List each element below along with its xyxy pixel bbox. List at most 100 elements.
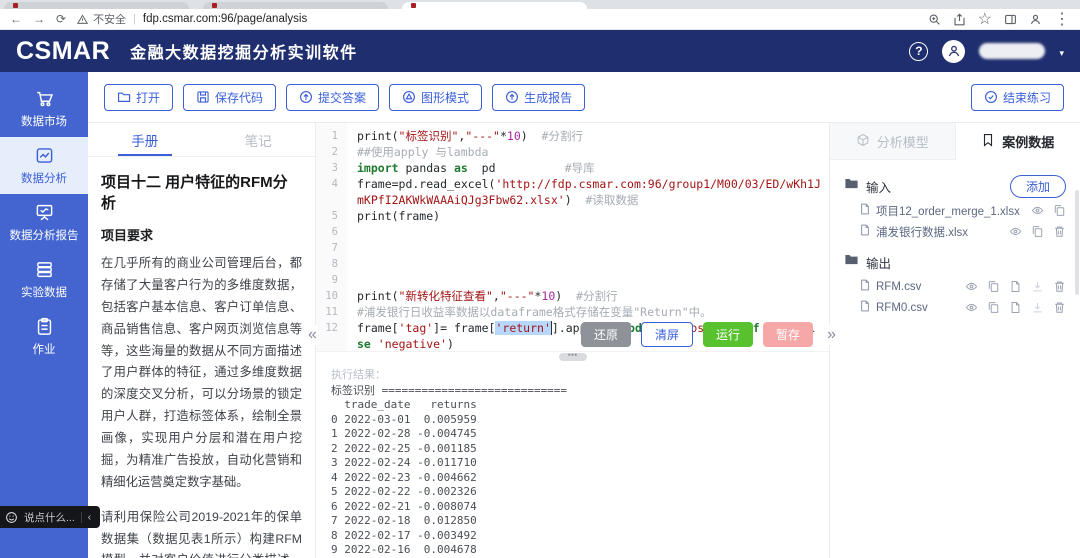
- copy-icon[interactable]: [987, 301, 1000, 314]
- help-icon[interactable]: ?: [909, 42, 928, 61]
- line-number: 4: [316, 176, 347, 208]
- url-bar[interactable]: 不安全 | fdp.csmar.com:96/page/analysis: [77, 11, 917, 27]
- back-icon[interactable]: ←: [10, 13, 22, 25]
- sidebar-item-data-analysis[interactable]: 数据分析: [0, 137, 88, 194]
- copy-icon[interactable]: [1031, 225, 1044, 238]
- line-number: 5: [316, 208, 347, 224]
- download-icon[interactable]: [1031, 280, 1044, 293]
- menu-dots-icon[interactable]: ⋮: [1054, 9, 1070, 29]
- tab-case-data[interactable]: 案例数据: [956, 123, 1080, 160]
- scrollbar-thumb[interactable]: [1075, 190, 1079, 295]
- csmar-logo: CSMAR: [16, 37, 110, 66]
- sidebar-item-label: 数据分析: [21, 170, 67, 186]
- cart-icon: [35, 89, 54, 108]
- graph-mode-button[interactable]: 图形模式: [389, 84, 482, 111]
- results-label: 执行结果：: [331, 368, 814, 383]
- bookmark-star-icon[interactable]: ☆: [978, 9, 992, 29]
- drag-handle[interactable]: •••: [559, 353, 587, 361]
- sidebar-item-experiment-data[interactable]: 实验数据: [0, 251, 88, 308]
- browser-tabstrip: [0, 0, 1080, 9]
- chat-collapse-icon[interactable]: ‹: [88, 512, 91, 523]
- app-header: CSMAR 金融大数据挖掘分析实训软件 ? ▾: [0, 30, 1080, 72]
- finish-practice-label: 结束练习: [1003, 89, 1051, 106]
- sidebar-item-homework[interactable]: 作业: [0, 308, 88, 365]
- file-actions: [965, 301, 1066, 314]
- generate-report-button[interactable]: 生成报告: [492, 84, 585, 111]
- profile-icon[interactable]: [1029, 13, 1042, 26]
- chevron-down-icon[interactable]: ▾: [1059, 48, 1064, 59]
- generate-report-label: 生成报告: [524, 89, 572, 106]
- tab-analysis-model[interactable]: 分析模型: [830, 123, 956, 160]
- line-number: 6: [316, 224, 347, 240]
- file-row[interactable]: RFM.csv: [844, 277, 1066, 296]
- browser-tab[interactable]: [4, 2, 189, 9]
- chat-placeholder[interactable]: 说点什么...: [24, 510, 75, 525]
- project-paragraph-2: 请利用保险公司2019-2021年的保单数据集（数据见表1所示）构建RFM模型，…: [101, 507, 302, 558]
- result-line: 9 2022-02-16 0.004678: [331, 543, 814, 558]
- code-line: 8: [316, 256, 829, 272]
- sidepanel-icon[interactable]: [1004, 13, 1017, 26]
- trash-icon[interactable]: [1053, 301, 1066, 314]
- line-number: 11: [316, 304, 347, 320]
- preview-icon[interactable]: [1031, 204, 1044, 217]
- file-row[interactable]: 浦发银行数据.xlsx: [844, 222, 1066, 241]
- code-line: 2##使用apply 与lambda: [316, 144, 829, 160]
- trash-icon[interactable]: [1053, 280, 1066, 293]
- browser-tab[interactable]: [203, 2, 388, 9]
- avatar[interactable]: [942, 40, 965, 63]
- code-text: #浦发银行日收益率数据以dataframe格式存储在变量"Return"中。: [347, 304, 829, 320]
- file-name: RFM.csv: [876, 281, 921, 293]
- doc-icon[interactable]: [1009, 301, 1022, 314]
- preview-icon[interactable]: [965, 280, 978, 293]
- copy-icon[interactable]: [1053, 204, 1066, 217]
- manual-tabs: 手册 笔记: [88, 123, 315, 157]
- finish-clock-icon: [984, 90, 998, 104]
- sidebar-item-data-market[interactable]: 数据市场: [0, 80, 88, 137]
- tab-notes[interactable]: 笔记: [202, 123, 316, 156]
- code-editor[interactable]: 1print("标签识别","---"*10) #分割行2##使用apply 与…: [316, 123, 829, 351]
- preview-icon[interactable]: [1009, 225, 1022, 238]
- emoji-icon[interactable]: [5, 511, 18, 524]
- file-name: RFM0.csv: [876, 302, 928, 314]
- tab-favicon: [13, 3, 18, 8]
- zoom-icon[interactable]: [928, 13, 941, 26]
- input-file-list: 项目12_order_merge_1.xlsx 浦发银行数据.xlsx: [844, 201, 1066, 241]
- preview-icon[interactable]: [965, 301, 978, 314]
- tab-analysis-model-label: 分析模型: [877, 132, 929, 151]
- screen: ← → ⟳ 不安全 | fdp.csmar.com:96/page/analys…: [0, 0, 1080, 558]
- sidebar-item-label: 数据市场: [21, 113, 67, 129]
- chat-bar[interactable]: 说点什么... ‹: [0, 506, 100, 528]
- project-title: 项目十二 用户特征的RFM分析: [101, 171, 302, 213]
- trash-icon[interactable]: [1053, 225, 1066, 238]
- run-button[interactable]: 运行: [703, 322, 753, 347]
- submit-answer-button[interactable]: 提交答案: [286, 84, 379, 111]
- finish-practice-button[interactable]: 结束练习: [971, 84, 1064, 111]
- cube-icon: [856, 133, 870, 150]
- download-icon[interactable]: [1031, 301, 1044, 314]
- tab-manual[interactable]: 手册: [88, 123, 202, 156]
- save-code-button[interactable]: 保存代码: [183, 84, 276, 111]
- reload-icon[interactable]: ⟳: [56, 13, 66, 25]
- open-button[interactable]: 打开: [104, 84, 173, 111]
- file-row[interactable]: RFM0.csv: [844, 298, 1066, 317]
- share-icon[interactable]: [953, 13, 966, 26]
- file-row[interactable]: 项目12_order_merge_1.xlsx: [844, 201, 1066, 220]
- collapse-right-icon[interactable]: »: [826, 325, 837, 345]
- clipboard-icon: [35, 317, 54, 336]
- line-number: 7: [316, 240, 347, 256]
- folder-icon: [844, 176, 859, 196]
- browser-tab-active[interactable]: [402, 2, 587, 9]
- code-line: 7: [316, 240, 829, 256]
- copy-icon[interactable]: [987, 280, 1000, 293]
- doc-icon[interactable]: [1009, 280, 1022, 293]
- add-button[interactable]: 添加: [1010, 175, 1066, 198]
- toolbar: 打开 保存代码 提交答案 图形模式 生成报告: [88, 72, 1080, 122]
- collapse-left-icon[interactable]: «: [307, 325, 318, 345]
- forward-icon[interactable]: →: [33, 13, 45, 25]
- code-text: import pandas as pd #导库: [347, 160, 829, 176]
- clear-screen-button[interactable]: 清屏: [641, 322, 693, 347]
- sidebar-item-label: 实验数据: [21, 284, 67, 300]
- stash-button[interactable]: 暂存: [763, 322, 813, 347]
- sidebar-item-data-analysis-report[interactable]: 数据分析报告: [0, 194, 88, 251]
- restore-button[interactable]: 还原: [581, 322, 631, 347]
